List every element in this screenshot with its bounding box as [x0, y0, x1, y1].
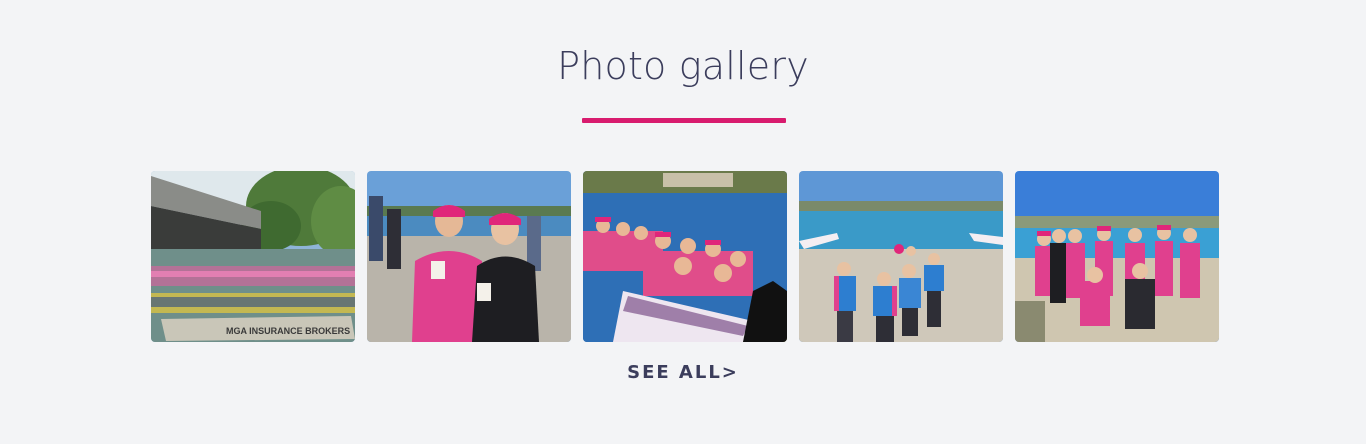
photo-life-vests-beach: [799, 171, 1003, 342]
section-title: Photo gallery: [557, 44, 809, 88]
see-all-container: SEE ALL>: [0, 362, 1366, 384]
photo-paddlers-coffee: [367, 171, 571, 342]
gallery-photo-4[interactable]: [799, 171, 1003, 342]
gallery-photo-5[interactable]: [1015, 171, 1219, 342]
see-all-link[interactable]: SEE ALL>: [627, 362, 739, 383]
photo-crew-in-boat: [583, 171, 787, 342]
photo-team-group: [1015, 171, 1219, 342]
title-underline: [582, 118, 786, 123]
gallery-photo-3[interactable]: [583, 171, 787, 342]
photo-dragon-boat-race: MGA INSURANCE BROKERS: [151, 171, 355, 342]
gallery-photo-2[interactable]: [367, 171, 571, 342]
gallery-photo-1[interactable]: MGA INSURANCE BROKERS: [151, 171, 355, 342]
boat-side-text: MGA INSURANCE BROKERS: [226, 326, 350, 336]
photo-grid: MGA INSURANCE BROKERS: [151, 171, 1219, 342]
photo-gallery-section: Photo gallery MGA INSURANCE BROKERS SEE …: [0, 0, 1366, 444]
